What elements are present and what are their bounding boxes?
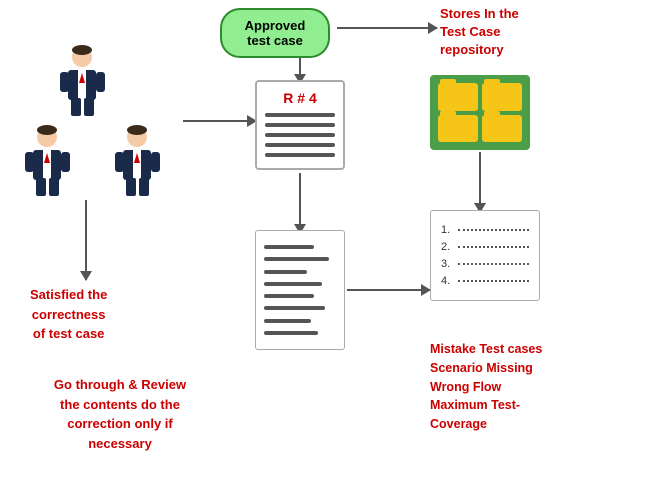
folder-icon-3 [438,115,478,143]
numbered-item-3: 3. [441,258,529,270]
doc-line-1 [265,113,335,117]
repository-icon [430,75,530,150]
numbered-item-4: 4. [441,275,529,287]
mistake-label: Mistake Test cases Scenario Missing Wron… [430,340,542,434]
num-1: 1. [441,224,455,236]
person-2 [20,125,75,210]
mistake-line4: Maximum Test- [430,398,520,412]
dotted-4 [458,280,529,282]
arrow-bubble-to-repo [337,27,437,29]
plain-line-5 [264,294,314,298]
arrow-repo-to-num [479,152,481,212]
dotted-2 [458,246,529,248]
plain-line-8 [264,331,318,335]
num-2: 2. [441,241,455,253]
arrow-people-to-satisfied [85,200,87,280]
main-container: Approved test case Stores In the Test Ca… [0,0,650,500]
gthrough-line4: necessary [88,436,152,451]
plain-line-6 [264,306,325,310]
gthrough-label: Go through & Review the contents do the … [30,375,210,453]
num-4: 4. [441,275,455,287]
satisfied-line3: of test case [33,326,105,341]
person-3-svg [110,125,165,205]
arrow-r4-to-plain [299,173,301,233]
person-1 [55,45,110,130]
gthrough-line1: Go through & Review [54,377,186,392]
dotted-1 [458,229,529,231]
person-3 [110,125,165,210]
repo-line1: Stores In the [440,6,519,21]
gthrough-line3: correction only if [67,416,172,431]
numbered-item-1: 1. [441,224,529,236]
plain-line-3 [264,270,307,274]
doc-line-5 [265,153,335,157]
satisfied-line1: Satisfied the [30,287,107,302]
plain-line-4 [264,282,322,286]
approved-line1: Approved [245,18,306,33]
mistake-line1: Mistake Test cases [430,342,542,356]
mistake-line2: Scenario Missing [430,361,533,375]
approved-line2: test case [247,33,303,48]
numbered-document: 1. 2. 3. 4. [430,210,540,301]
dotted-3 [458,263,529,265]
plain-line-1 [264,245,314,249]
repo-label: Stores In the Test Case repository [440,5,519,60]
mistake-line3: Wrong Flow [430,380,501,394]
doc-line-2 [265,123,335,127]
person-1-svg [55,45,110,125]
mistake-line5: Coverage [430,417,487,431]
r4-label: R # 4 [265,90,335,106]
gthrough-line2: the contents do the [60,397,180,412]
plain-document [255,230,345,350]
folder-icon-2 [482,83,522,111]
approved-bubble: Approved test case [220,8,330,58]
doc-line-3 [265,133,335,137]
plain-line-2 [264,257,329,261]
doc-line-4 [265,143,335,147]
repo-line3: repository [440,42,504,57]
numbered-item-2: 2. [441,241,529,253]
arrow-people-to-doc [183,120,256,122]
person-2-svg [20,125,75,205]
satisfied-label: Satisfied the correctness of test case [30,285,107,344]
num-3: 3. [441,258,455,270]
satisfied-line2: correctness [32,307,106,322]
arrow-plain-to-num [347,289,430,291]
folder-icon-4 [482,115,522,143]
repo-line2: Test Case [440,24,500,39]
plain-line-7 [264,319,311,323]
r4-document: R # 4 [255,80,345,170]
folder-icon-1 [438,83,478,111]
